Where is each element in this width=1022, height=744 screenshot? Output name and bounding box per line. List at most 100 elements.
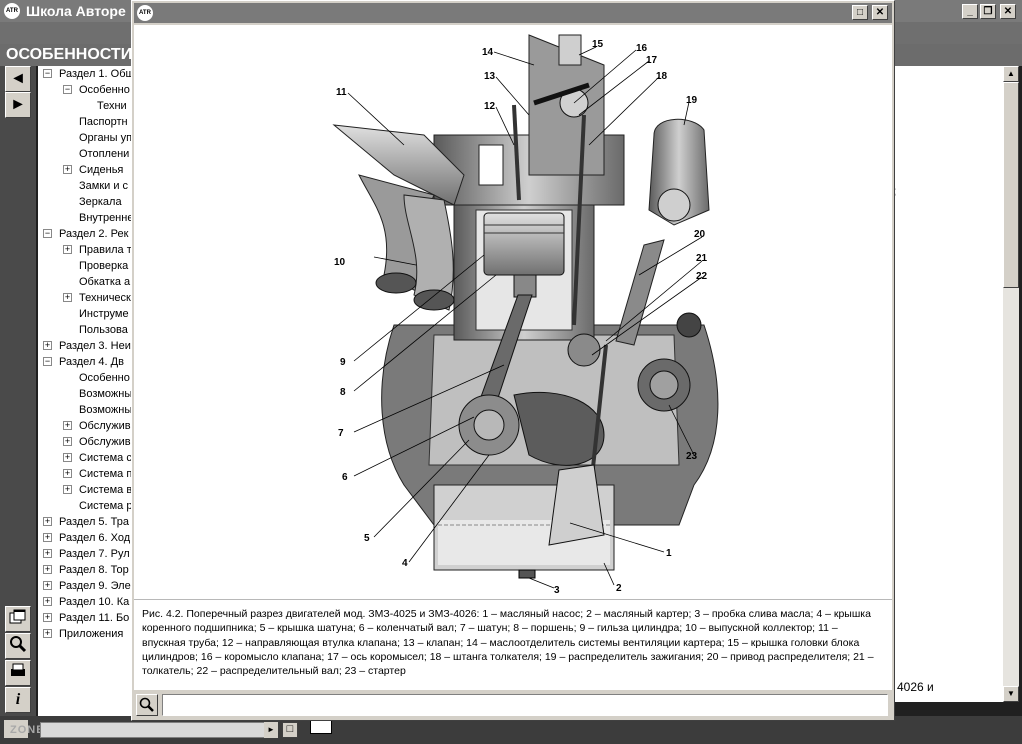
expand-icon[interactable]: + [63,421,72,430]
minimize-button[interactable]: _ [962,4,978,19]
tree-item[interactable]: Возможны [79,402,132,418]
expand-icon[interactable]: + [43,341,52,350]
tree-item[interactable]: Обкатка а [79,274,130,290]
tree-item[interactable]: Органы уп [79,130,132,146]
forward-button[interactable]: ► [5,92,31,118]
expand-icon[interactable]: + [43,613,52,622]
tree-item[interactable]: Раздел 3. Неи [59,338,131,354]
article-scrollbar[interactable]: ▲ ▼ [1003,66,1019,702]
tree-item[interactable]: Замки и с [79,178,128,194]
scroll-down-button[interactable]: ▼ [1003,686,1019,702]
print-button[interactable] [5,660,31,686]
tree-item[interactable]: Раздел 9. Эле [59,578,131,594]
callout-number: 4 [402,558,408,569]
maximize-pane-button[interactable]: □ [282,722,298,738]
tree-item[interactable]: Система п [79,466,132,482]
expand-icon[interactable]: + [63,453,72,462]
search-button[interactable] [5,633,31,659]
tree-item[interactable]: Зеркала [79,194,122,210]
magnifier-icon [10,636,27,653]
collapse-icon[interactable]: − [43,69,52,78]
list-icon [310,720,332,734]
figure-restore-button[interactable]: □ [852,5,868,20]
figure-caption: Рис. 4.2. Поперечный разрез двигателей м… [134,599,892,690]
collapse-icon[interactable]: − [43,357,52,366]
callout-number: 21 [696,253,708,264]
restore-button[interactable]: ❐ [980,4,996,19]
figure-close-button[interactable]: ✕ [872,5,888,20]
expand-icon[interactable]: + [43,549,52,558]
callout-number: 9 [340,357,346,368]
tree-item[interactable]: Правила т [79,242,132,258]
expand-icon[interactable]: + [43,629,52,638]
callout-number: 17 [646,55,658,66]
callout-number: 23 [686,451,698,462]
tree-item[interactable]: Пользова [79,322,128,338]
expand-icon[interactable]: + [43,597,52,606]
tree-item[interactable]: Отоплени [79,146,129,162]
callout-number: 22 [696,271,708,282]
tree-item[interactable]: Раздел 7. Рул [59,546,130,562]
tree-item[interactable]: Раздел 6. Ход [59,530,130,546]
tree-item[interactable]: Проверка [79,258,128,274]
back-arrow-icon: ◄ [10,70,26,87]
tree-item[interactable]: Система р [79,498,132,514]
callout-number: 11 [336,87,347,98]
tree-item[interactable]: Техническ [79,290,131,306]
tree-item[interactable]: Приложения [59,626,123,642]
tree-item[interactable]: Возможны [79,386,132,402]
tree-item[interactable]: Внутренне [79,210,133,226]
back-button[interactable]: ◄ [5,66,31,92]
tree-item[interactable]: Раздел 11. Бо [59,610,129,626]
collapse-icon[interactable]: − [43,229,52,238]
tree-item[interactable]: Особенно [79,370,130,386]
status-field [162,694,888,716]
expand-icon[interactable]: + [63,245,72,254]
windows-icon [9,609,26,624]
callout-number: 6 [342,472,348,483]
tree-item[interactable]: Особенно [79,82,130,98]
expand-icon[interactable]: + [63,485,72,494]
tree-item[interactable]: Обслужив [79,418,131,434]
tree-item[interactable]: Раздел 10. Ка [59,594,129,610]
scroll-thumb[interactable] [1003,82,1019,288]
callout-number: 7 [338,428,344,439]
tree-item[interactable]: Система в [79,482,132,498]
windows-button[interactable] [5,606,31,632]
tree-item[interactable]: Раздел 5. Тра [59,514,129,530]
zoom-button[interactable] [136,694,158,716]
app-logo-icon: ATR [4,3,20,19]
tree-item[interactable]: Раздел 2. Рек [59,226,128,242]
expand-icon[interactable]: + [43,533,52,542]
expand-icon[interactable]: + [63,165,72,174]
figure-window: ATR □ ✕ 1 2 3 4 5 6 7 8 9 10 11 12 13 14… [131,0,895,721]
contents-tree[interactable]: − Раздел 1. Общ − Особенно Техни Паспортн Орга… [38,66,133,716]
tree-horizontal-scrollbar[interactable] [40,722,278,738]
expand-icon[interactable]: + [63,437,72,446]
tree-item[interactable]: Техни [97,98,127,114]
app-logo-icon: ATR [137,5,153,21]
tree-item[interactable]: Паспортн [79,114,128,130]
callout-number: 20 [694,229,706,240]
tree-item[interactable]: Обслужив [79,434,131,450]
figure-status-bar [134,691,892,719]
tree-item[interactable]: Раздел 1. Общ [59,66,133,82]
close-button[interactable]: ✕ [1000,4,1016,19]
tree-item[interactable]: Раздел 4. Дв [59,354,124,370]
expand-icon[interactable]: + [43,581,52,590]
tree-item[interactable]: Инструме [79,306,129,322]
callout-number: 12 [484,101,496,112]
info-button[interactable]: i [5,687,31,713]
expand-icon[interactable]: + [63,469,72,478]
tree-item[interactable]: Система с [79,450,132,466]
info-icon: i [15,691,21,708]
scroll-right-button[interactable]: ► [264,722,278,738]
callout-number: 18 [656,71,668,82]
expand-icon[interactable]: + [43,517,52,526]
scroll-up-button[interactable]: ▲ [1003,66,1019,82]
collapse-icon[interactable]: − [63,85,72,94]
tree-item[interactable]: Сиденья [79,162,123,178]
expand-icon[interactable]: + [63,293,72,302]
tree-item[interactable]: Раздел 8. Тор [59,562,129,578]
expand-icon[interactable]: + [43,565,52,574]
